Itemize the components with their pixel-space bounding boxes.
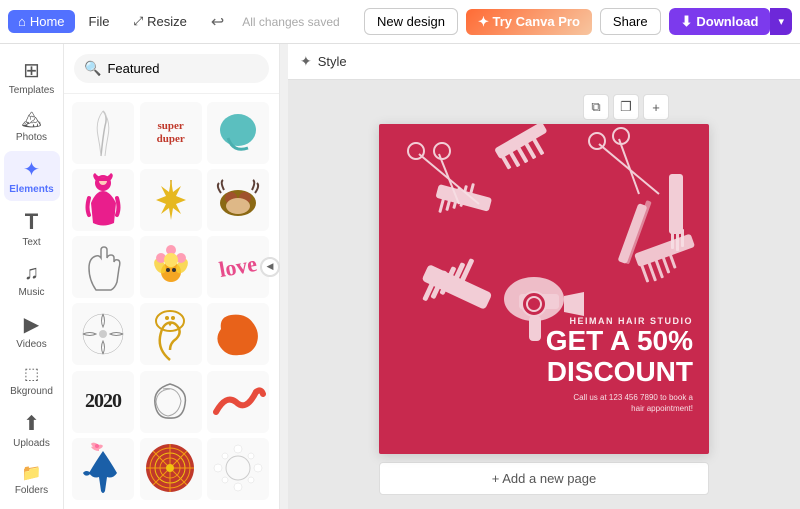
home-icon: ⌂ xyxy=(18,14,26,29)
folders-icon: 📁 xyxy=(22,463,42,483)
sidebar-item-videos[interactable]: ▶ Videos xyxy=(4,306,60,356)
element-pink-person[interactable] xyxy=(72,169,134,231)
element-scribble-circle[interactable] xyxy=(140,371,202,433)
search-bar: 🔍 ✕ xyxy=(64,44,279,94)
element-orange-blob[interactable] xyxy=(207,303,269,365)
element-super-duper[interactable]: superduper xyxy=(140,102,202,164)
sidebar-item-text[interactable]: T Text xyxy=(4,203,60,254)
file-label: File xyxy=(89,14,110,29)
canvas-text-area: HEIMAN HAIR STUDIO GET A 50% DISCOUNT Ca… xyxy=(546,316,693,414)
resize-icon: ⤢ xyxy=(134,14,144,29)
download-arrow-button[interactable]: ▾ xyxy=(770,8,792,35)
headline-line2: DISCOUNT xyxy=(547,356,693,387)
search-wrapper: 🔍 ✕ xyxy=(74,54,269,83)
download-button[interactable]: ⬇ Download xyxy=(669,8,771,35)
sidebar-label-templates: Templates xyxy=(9,85,55,96)
sidebar-item-folders[interactable]: 📁 Folders xyxy=(4,457,60,502)
style-bar: ✦ Style xyxy=(288,44,800,80)
add-page-button[interactable]: + Add a new page xyxy=(379,462,709,495)
uploads-icon: ⬆ xyxy=(23,411,40,436)
canvas-copy-button[interactable]: ⧉ xyxy=(583,94,609,120)
canvas-area: ✦ Style ⧉ ❐ + xyxy=(288,44,800,509)
element-mandala[interactable] xyxy=(140,438,202,500)
top-navigation: ⌂ Home File ⤢ Resize ↩ All changes saved… xyxy=(0,0,800,44)
element-teal-shape[interactable] xyxy=(207,102,269,164)
saved-status: All changes saved xyxy=(242,15,360,29)
sidebar-item-music[interactable]: ♫ Music xyxy=(4,256,60,304)
element-sloth[interactable] xyxy=(207,169,269,231)
element-white-flower-wreath[interactable] xyxy=(207,438,269,500)
templates-icon: ⊞ xyxy=(23,58,40,83)
sidebar: ⊞ Templates 🏔 Photos ✦ Elements T Text ♫… xyxy=(0,44,64,509)
download-label: Download xyxy=(696,14,758,29)
canvas-wrapper: ⧉ ❐ + xyxy=(379,80,709,509)
file-button[interactable]: File xyxy=(79,10,120,33)
panel-collapse-button[interactable]: ◀ xyxy=(260,257,280,277)
canvas-add-button[interactable]: + xyxy=(643,94,669,120)
sidebar-label-videos: Videos xyxy=(16,339,46,350)
style-label: Style xyxy=(318,54,347,69)
element-blue-bird[interactable] xyxy=(72,438,134,500)
element-red-swirl[interactable] xyxy=(207,371,269,433)
subtext-line1: Call us at 123 456 7890 to book a xyxy=(573,393,693,402)
elements-panel: 🔍 ✕ superduper xyxy=(64,44,280,509)
sidebar-label-elements: Elements xyxy=(9,184,53,195)
home-button[interactable]: ⌂ Home xyxy=(8,10,75,33)
element-hand[interactable] xyxy=(72,236,134,298)
search-input[interactable] xyxy=(107,61,283,76)
new-design-button[interactable]: New design xyxy=(364,8,458,35)
element-cobra[interactable] xyxy=(140,303,202,365)
canvas-controls: ⧉ ❐ + xyxy=(583,94,669,120)
sidebar-label-photos: Photos xyxy=(16,132,47,143)
sidebar-item-uploads[interactable]: ⬆ Uploads xyxy=(4,405,60,455)
nav-right-actions: New design ✦ Try Canva Pro Share ⬇ Downl… xyxy=(364,8,792,35)
element-2020-text[interactable]: 2020 xyxy=(72,371,134,433)
sidebar-label-background: Bkground xyxy=(10,386,53,397)
sidebar-item-elements[interactable]: ✦ Elements xyxy=(4,151,60,201)
background-icon: ⬚ xyxy=(24,364,39,384)
canvas-duplicate-button[interactable]: ❐ xyxy=(613,94,639,120)
resize-button[interactable]: ⤢ Resize xyxy=(124,10,197,33)
sidebar-label-text: Text xyxy=(22,237,40,248)
try-canva-button[interactable]: ✦ Try Canva Pro xyxy=(466,9,592,35)
canvas-headline: GET A 50% DISCOUNT xyxy=(546,326,693,388)
headline-line1: GET A 50% xyxy=(546,325,693,356)
style-icon: ✦ xyxy=(300,53,312,70)
sidebar-item-background[interactable]: ⬚ Bkground xyxy=(4,358,60,403)
canvas-subtext: Call us at 123 456 7890 to book a hair a… xyxy=(546,392,693,414)
music-icon: ♫ xyxy=(24,262,39,285)
sidebar-item-templates[interactable]: ⊞ Templates xyxy=(4,52,60,102)
element-feather[interactable] xyxy=(72,102,134,164)
subtext-line2: hair appointment! xyxy=(631,404,693,413)
sidebar-label-folders: Folders xyxy=(15,485,48,496)
search-icon: 🔍 xyxy=(84,60,101,77)
sidebar-label-music: Music xyxy=(18,287,44,298)
text-icon: T xyxy=(25,209,38,235)
element-starburst[interactable]: {#each [0,20,40,60,80,100,120,140,160,18… xyxy=(140,169,202,231)
share-button[interactable]: Share xyxy=(600,8,661,35)
design-canvas[interactable]: HEIMAN HAIR STUDIO GET A 50% DISCOUNT Ca… xyxy=(379,124,709,454)
elements-grid: superduper xyxy=(64,94,279,509)
photos-icon: 🏔 xyxy=(21,110,41,130)
elements-icon: ✦ xyxy=(23,157,40,182)
undo-button[interactable]: ↩ xyxy=(201,8,234,36)
videos-icon: ▶ xyxy=(24,312,39,337)
download-icon: ⬇ xyxy=(681,13,693,30)
resize-label: Resize xyxy=(147,14,187,29)
sidebar-item-more[interactable]: ••• More xyxy=(4,504,60,509)
element-flower-bee[interactable] xyxy=(140,236,202,298)
home-label: Home xyxy=(30,14,65,29)
sidebar-item-photos[interactable]: 🏔 Photos xyxy=(4,104,60,149)
element-floral-wreath[interactable] xyxy=(72,303,134,365)
main-content: ⊞ Templates 🏔 Photos ✦ Elements T Text ♫… xyxy=(0,44,800,509)
sidebar-label-uploads: Uploads xyxy=(13,438,50,449)
